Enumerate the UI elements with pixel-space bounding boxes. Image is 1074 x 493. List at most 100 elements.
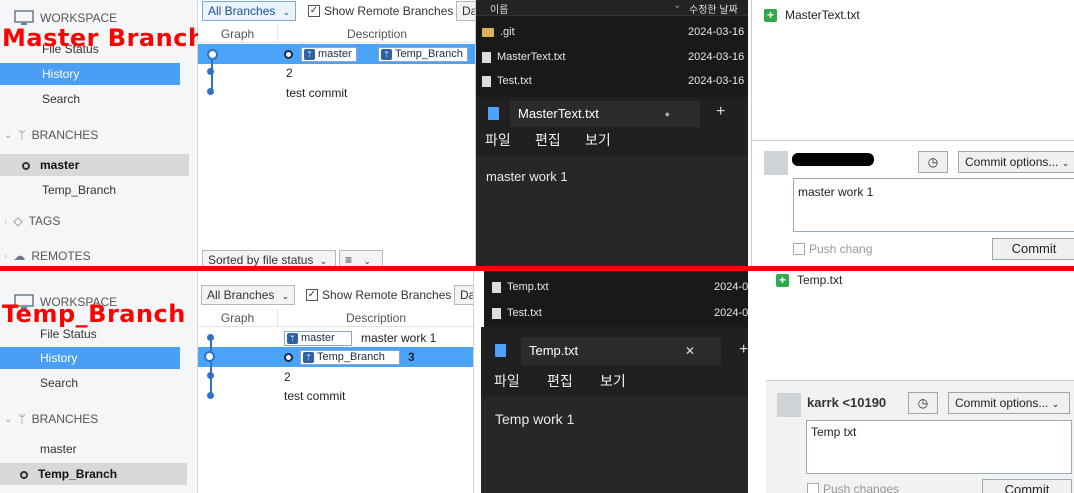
col-graph[interactable]: Graph bbox=[198, 25, 278, 43]
file-row-git[interactable]: .git 2024-03-16 bbox=[482, 20, 748, 44]
file-name: .git bbox=[500, 26, 515, 38]
date-button-label: Da bbox=[460, 288, 474, 302]
sort-dropdown[interactable]: Sorted by file status ⌄ bbox=[202, 250, 336, 266]
view-mode-dropdown[interactable]: ≡ ⌄ bbox=[339, 250, 383, 266]
commit-options-label: Commit options... bbox=[965, 155, 1059, 169]
history-clock-button[interactable]: ◷ bbox=[908, 392, 938, 414]
table-row[interactable]: test commit bbox=[286, 83, 347, 103]
date-button[interactable]: Da bbox=[454, 285, 474, 305]
close-tab-icon[interactable]: ✕ bbox=[685, 337, 695, 365]
col-modified[interactable]: 수정한 날짜 bbox=[689, 1, 738, 16]
branches-header[interactable]: ⌄ ᛘ BRANCHES bbox=[4, 412, 98, 426]
chevron-down-icon: ⌄ bbox=[4, 129, 13, 141]
sidebar-branch-master[interactable]: master bbox=[0, 438, 187, 460]
sidebar-branch-temp[interactable]: Temp_Branch bbox=[0, 179, 189, 201]
chevron-down-icon: ⌄ bbox=[282, 7, 291, 17]
menu-edit[interactable]: 편집 bbox=[535, 130, 561, 150]
branch-tag-master: ᛘ master bbox=[284, 331, 352, 346]
file-row-temp[interactable]: Temp.txt 2024-0 bbox=[492, 275, 748, 299]
commit-button-label: Commit bbox=[1004, 482, 1050, 493]
branch-icon: ᛘ bbox=[18, 412, 26, 426]
staged-file-row[interactable]: + Temp.txt bbox=[776, 273, 843, 288]
sidebar-item-search[interactable]: Search bbox=[0, 88, 180, 110]
notepad-tab[interactable]: Temp.txt ✕ bbox=[521, 337, 721, 365]
col-description[interactable]: Description bbox=[278, 25, 475, 43]
editor-area[interactable]: Temp work 1 bbox=[481, 397, 748, 493]
table-row[interactable]: ᛘ master master work 1 bbox=[198, 328, 473, 348]
staged-file-name: Temp.txt bbox=[797, 273, 843, 287]
branch-tag-icon: ᛘ bbox=[304, 49, 315, 60]
commit-message-input[interactable]: master work 1 bbox=[793, 178, 1074, 232]
staged-file-name: MasterText.txt bbox=[785, 8, 860, 22]
remotes-header[interactable]: › ☁ REMOTES bbox=[4, 249, 91, 263]
menu-view[interactable]: 보기 bbox=[585, 130, 611, 150]
commit-message-input[interactable]: Temp txt bbox=[806, 420, 1072, 474]
bottom-commit-panel: + Temp.txt karrk <10190 ◷ Commit options.… bbox=[760, 271, 1074, 493]
table-row[interactable]: 2 bbox=[286, 63, 293, 83]
menu-file[interactable]: 파일 bbox=[494, 371, 520, 391]
file-row-mastertext[interactable]: MasterText.txt 2024-03-16 bbox=[482, 45, 748, 69]
avatar bbox=[777, 393, 801, 417]
branch-filter-dropdown[interactable]: All Branches ⌄ bbox=[201, 285, 295, 305]
menu-file[interactable]: 파일 bbox=[485, 130, 511, 150]
notepad-app-icon bbox=[495, 344, 506, 357]
show-remote-checkbox[interactable]: ✓ Show Remote Branches bbox=[308, 4, 453, 18]
file-row-test[interactable]: Test.txt 2024-03-16 bbox=[482, 69, 748, 93]
branches-header[interactable]: ⌄ ᛘ BRANCHES bbox=[4, 128, 98, 142]
graph-node bbox=[207, 68, 214, 75]
push-label: Push changes bbox=[823, 482, 900, 493]
new-tab-button[interactable]: + bbox=[716, 103, 725, 121]
checkmark-icon: ✓ bbox=[306, 289, 318, 301]
menu-view[interactable]: 보기 bbox=[600, 371, 626, 391]
table-row[interactable]: 2 bbox=[284, 367, 291, 387]
sidebar-item-history[interactable]: History bbox=[0, 347, 180, 369]
top-notepad: MasterText.txt ● + 파일 편집 보기 master work … bbox=[476, 97, 748, 266]
chevron-down-icon: ⌄ bbox=[319, 256, 328, 266]
sidebar-branch-master[interactable]: master bbox=[0, 154, 189, 176]
commit-options-dropdown[interactable]: Commit options... ⌄ bbox=[948, 392, 1070, 414]
col-sort-chevron-icon: ⌄ bbox=[673, 0, 682, 11]
tag-label: Temp_Branch bbox=[395, 48, 463, 60]
commit-message-text: Temp txt bbox=[811, 425, 857, 439]
tags-label: TAGS bbox=[28, 214, 61, 228]
col-name[interactable]: 이름 bbox=[490, 1, 508, 16]
overlay-title-temp: Temp_Branch bbox=[2, 300, 186, 328]
table-row[interactable]: test commit bbox=[284, 386, 345, 406]
avatar bbox=[764, 151, 788, 175]
show-remote-checkbox[interactable]: ✓ Show Remote Branches bbox=[306, 288, 451, 302]
commit-button[interactable]: Commit bbox=[982, 479, 1072, 493]
chevron-down-icon: ⌄ bbox=[1051, 399, 1060, 409]
push-label: Push chang bbox=[809, 242, 873, 256]
sidebar-item-search[interactable]: Search bbox=[0, 372, 180, 394]
col-description[interactable]: Description bbox=[278, 309, 473, 327]
push-checkbox[interactable]: Push chang bbox=[793, 242, 872, 256]
date-button-label: Da bbox=[462, 4, 476, 18]
table-row[interactable]: ᛘ master ᛘ Temp_Branch bbox=[198, 44, 475, 64]
tags-header[interactable]: › ◇ TAGS bbox=[4, 214, 60, 228]
table-row[interactable]: ᛘ Temp_Branch 3 bbox=[198, 347, 473, 367]
push-checkbox[interactable]: Push changes bbox=[807, 482, 899, 493]
show-remote-label: Show Remote Branches bbox=[322, 288, 452, 302]
menu-edit[interactable]: 편집 bbox=[547, 371, 573, 391]
graph-line bbox=[210, 338, 212, 396]
notepad-tab[interactable]: MasterText.txt ● bbox=[510, 101, 700, 127]
file-name: Temp.txt bbox=[507, 281, 549, 293]
unsaved-dot-icon[interactable]: ● bbox=[665, 101, 670, 127]
commit-description: test commit bbox=[284, 389, 346, 403]
col-graph[interactable]: Graph bbox=[198, 309, 278, 327]
sort-label: Sorted by file status bbox=[208, 253, 314, 266]
commit-button[interactable]: Commit bbox=[992, 238, 1074, 260]
new-tab-button[interactable]: + bbox=[739, 341, 748, 359]
branch-filter-dropdown[interactable]: All Branches ⌄ bbox=[202, 1, 296, 21]
staged-file-row[interactable]: + MasterText.txt bbox=[764, 8, 860, 23]
sidebar-item-history[interactable]: History bbox=[0, 63, 180, 85]
date-button[interactable]: Da bbox=[456, 1, 476, 21]
head-indicator-icon bbox=[284, 50, 293, 59]
file-row-test[interactable]: Test.txt 2024-0 bbox=[492, 301, 748, 325]
editor-area[interactable]: master work 1 bbox=[476, 155, 748, 266]
sidebar-branch-temp[interactable]: Temp_Branch bbox=[0, 463, 187, 485]
history-clock-button[interactable]: ◷ bbox=[918, 151, 948, 173]
commit-options-dropdown[interactable]: Commit options... ⌄ bbox=[958, 151, 1074, 173]
graph-node-head bbox=[207, 49, 218, 60]
cloud-icon: ☁ bbox=[13, 249, 26, 263]
